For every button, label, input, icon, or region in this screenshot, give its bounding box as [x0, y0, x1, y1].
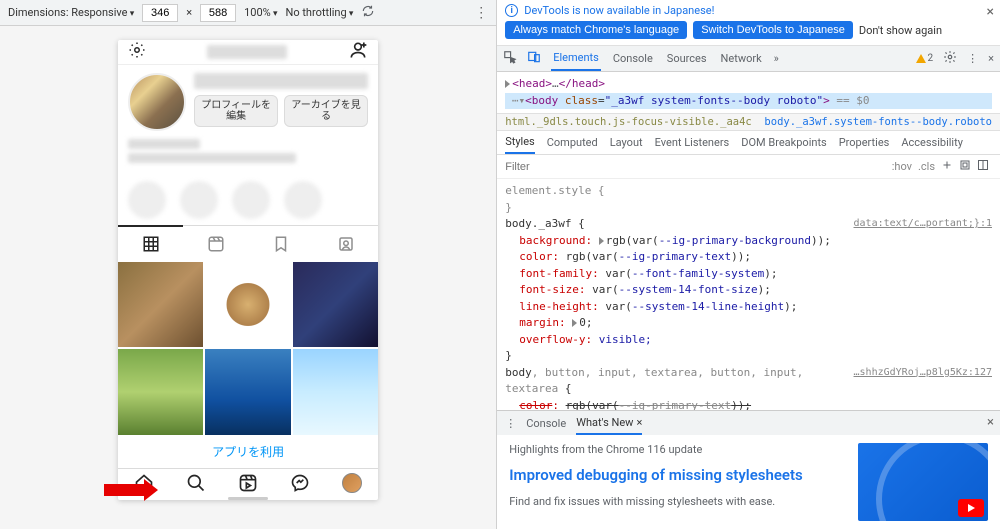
match-language-button[interactable]: Always match Chrome's language: [505, 21, 687, 39]
whatsnew-subtitle: Highlights from the Chrome 116 update: [509, 443, 844, 456]
grid-tab[interactable]: [118, 225, 183, 261]
highlight-circle[interactable]: [128, 181, 166, 219]
tab-computed[interactable]: Computed: [547, 131, 598, 154]
device-toolbar-more-icon[interactable]: ⋮: [474, 5, 488, 21]
highlight-circle[interactable]: [284, 181, 322, 219]
tab-elements[interactable]: Elements: [551, 46, 601, 71]
throttling-dropdown[interactable]: No throttling: [285, 6, 353, 19]
highlight-circle[interactable]: [180, 181, 218, 219]
dom-breadcrumb[interactable]: html._9dls.touch.js-focus-visible._aa4c …: [497, 113, 1000, 131]
stylesheet-link[interactable]: …shhzGdYRoj…p8lg5Kz:127: [854, 365, 992, 380]
tagged-tab[interactable]: [313, 226, 378, 262]
whatsnew-video-thumbnail[interactable]: [858, 443, 988, 521]
gear-icon[interactable]: [128, 41, 146, 62]
archive-button[interactable]: アーカイブを見る: [284, 95, 368, 127]
rendered-page: プロフィールを編集 アーカイブを見る: [118, 40, 378, 500]
drawer-more-icon[interactable]: ⋮: [505, 417, 516, 430]
zoom-dropdown[interactable]: 100%: [244, 6, 277, 19]
device-toolbar: Dimensions: Responsive × 100% No throttl…: [0, 0, 496, 26]
settings-gear-icon[interactable]: [943, 50, 957, 67]
styles-pane[interactable]: element.style { } data:text/c…portant;}:…: [497, 179, 1000, 410]
info-icon: i: [505, 4, 518, 17]
nav-search-icon[interactable]: [170, 469, 222, 497]
post-thumbnail[interactable]: [205, 262, 290, 347]
whatsnew-title[interactable]: Improved debugging of missing stylesheet…: [509, 466, 844, 486]
edit-profile-button[interactable]: プロフィールを編集: [194, 95, 278, 127]
drawer-tab-console[interactable]: Console: [526, 411, 566, 435]
nav-reels-icon[interactable]: [222, 469, 274, 497]
devtools-more-icon[interactable]: ⋮: [967, 52, 978, 65]
post-thumbnail[interactable]: [205, 349, 290, 434]
computed-toggle-icon[interactable]: [974, 159, 992, 174]
tab-styles[interactable]: Styles: [505, 131, 535, 154]
box-model-icon[interactable]: [956, 159, 974, 174]
width-input[interactable]: [142, 4, 178, 22]
dimension-separator: ×: [186, 6, 192, 19]
selected-dom-node[interactable]: ⋯▾<body class="_a3wf system-fonts--body …: [505, 93, 992, 110]
add-user-icon[interactable]: [348, 40, 368, 63]
inspect-icon[interactable]: [503, 50, 517, 67]
hov-toggle[interactable]: :hov: [889, 160, 915, 173]
drawer-close-icon[interactable]: ×: [987, 415, 994, 430]
post-thumbnail[interactable]: [118, 349, 203, 434]
saved-tab[interactable]: [248, 226, 313, 262]
cls-toggle[interactable]: .cls: [915, 160, 938, 173]
height-input[interactable]: [200, 4, 236, 22]
reels-tab[interactable]: [183, 226, 248, 262]
stylesheet-link[interactable]: data:text/c…portant;}:1: [854, 216, 992, 231]
styles-sidebar-tabs: Styles Computed Layout Event Listeners D…: [497, 131, 1000, 155]
switch-language-button[interactable]: Switch DevTools to Japanese: [693, 21, 853, 39]
styles-filter-input[interactable]: [505, 161, 565, 173]
devtools-tabs: Elements Console Sources Network » 2 ⋮ ×: [497, 46, 1000, 72]
annotation-arrow: [104, 479, 158, 501]
nav-messenger-icon[interactable]: [274, 469, 326, 497]
tab-console[interactable]: Console: [611, 46, 655, 71]
use-app-link[interactable]: アプリを利用: [118, 435, 378, 468]
tab-dom-breakpoints[interactable]: DOM Breakpoints: [741, 131, 826, 154]
post-thumbnail[interactable]: [293, 262, 378, 347]
new-style-rule-icon[interactable]: [938, 159, 956, 174]
rotate-icon[interactable]: [361, 4, 375, 21]
dom-tree[interactable]: <head>…</head> ⋯▾<body class="_a3wf syst…: [497, 72, 1000, 113]
device-toggle-icon[interactable]: [527, 50, 541, 67]
highlight-circle[interactable]: [232, 181, 270, 219]
dimensions-dropdown[interactable]: Dimensions: Responsive: [8, 6, 134, 19]
tab-properties[interactable]: Properties: [839, 131, 890, 154]
drawer: ⋮ Console What's New× × Highlights from …: [497, 410, 1000, 529]
banner-text: DevTools is now available in Japanese!: [524, 4, 714, 17]
nav-profile-avatar[interactable]: [326, 469, 378, 497]
drawer-tab-whatsnew[interactable]: What's New×: [576, 411, 642, 435]
post-thumbnail[interactable]: [293, 349, 378, 434]
youtube-icon: [958, 499, 984, 517]
whatsnew-description: Find and fix issues with missing stylesh…: [509, 494, 844, 511]
tab-layout[interactable]: Layout: [610, 131, 643, 154]
dont-show-again-link[interactable]: Don't show again: [859, 24, 942, 37]
devtools-close-icon[interactable]: ×: [988, 52, 994, 65]
more-tabs-icon[interactable]: »: [774, 52, 779, 65]
warnings-badge[interactable]: 2: [916, 53, 934, 64]
tab-sources[interactable]: Sources: [665, 46, 709, 71]
profile-avatar[interactable]: [128, 73, 186, 131]
tab-network[interactable]: Network: [719, 46, 764, 71]
post-thumbnail[interactable]: [118, 262, 203, 347]
language-banner: i DevTools is now available in Japanese!…: [497, 0, 1000, 46]
tab-event-listeners[interactable]: Event Listeners: [655, 131, 730, 154]
device-viewport: プロフィールを編集 アーカイブを見る: [0, 26, 496, 529]
close-icon[interactable]: ×: [987, 4, 994, 20]
tab-accessibility[interactable]: Accessibility: [901, 131, 963, 154]
